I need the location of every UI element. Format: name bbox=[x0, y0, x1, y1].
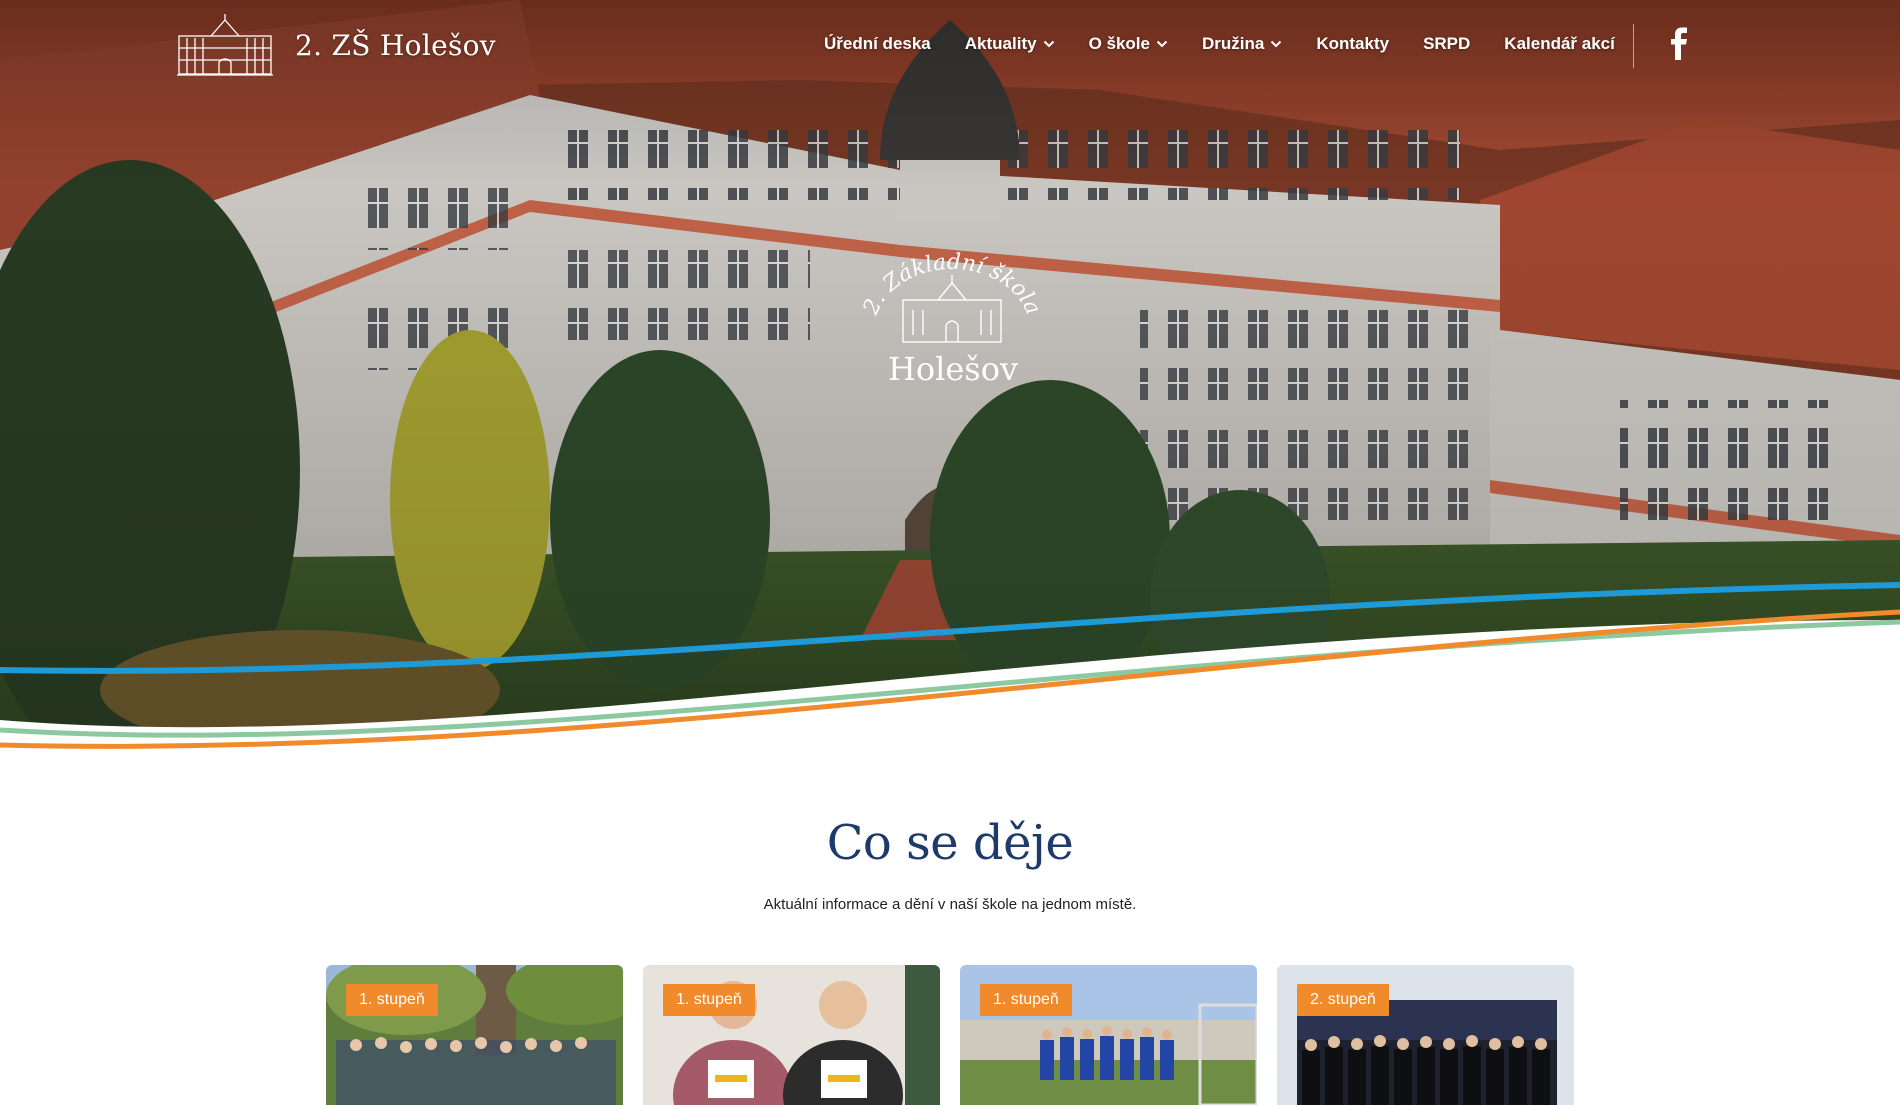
nav-label: Družina bbox=[1201, 34, 1265, 53]
nav-druzina[interactable]: Družina bbox=[1202, 34, 1282, 54]
section-title: Co se děje bbox=[826, 815, 1074, 871]
svg-text:2. Základní škola: 2. Základní škola bbox=[858, 250, 1045, 320]
nav-kalendar-akci[interactable]: Kalendář akcí bbox=[1504, 34, 1615, 54]
news-cards: 1. stupeň 1. stupeň 1. stupeň 2. stupeň bbox=[326, 965, 1576, 1105]
site-title: 2. ZŠ Holešov bbox=[295, 28, 496, 62]
site-logo[interactable]: 2. ZŠ Holešov bbox=[175, 12, 496, 78]
news-card[interactable]: 1. stupeň bbox=[960, 965, 1257, 1105]
chevron-down-icon bbox=[1271, 40, 1282, 48]
card-category-badge: 1. stupeň bbox=[663, 984, 755, 1016]
hero-section: 2. Základní škola Holešov bbox=[0, 0, 1900, 760]
school-building-icon bbox=[175, 12, 275, 78]
news-card[interactable]: 1. stupeň bbox=[326, 965, 623, 1105]
news-card[interactable]: 2. stupeň bbox=[1277, 965, 1574, 1105]
site-header: 2. ZŠ Holešov Úřední deska Aktuality O š… bbox=[0, 0, 1900, 88]
nav-o-skole[interactable]: O škole bbox=[1089, 34, 1168, 54]
nav-kontakty[interactable]: Kontakty bbox=[1316, 34, 1389, 54]
nav-label: SRPD bbox=[1423, 34, 1471, 53]
emblem-arc-text: 2. Základní škola bbox=[858, 250, 1045, 320]
school-emblem: 2. Základní škola Holešov bbox=[858, 245, 1048, 390]
nav-label: Kontakty bbox=[1316, 34, 1390, 53]
chevron-down-icon bbox=[1156, 40, 1168, 48]
chevron-down-icon bbox=[1043, 40, 1054, 48]
main-navigation: Úřední deska Aktuality O škole Družina K… bbox=[824, 0, 1615, 88]
nav-label: O škole bbox=[1088, 34, 1150, 53]
building-emblem-icon bbox=[902, 275, 1002, 343]
nav-srpd[interactable]: SRPD bbox=[1423, 34, 1470, 54]
facebook-icon[interactable] bbox=[1668, 27, 1692, 61]
nav-uredni-deska[interactable]: Úřední deska bbox=[824, 34, 931, 54]
nav-aktuality[interactable]: Aktuality bbox=[965, 34, 1055, 54]
emblem-town: Holešov bbox=[888, 350, 1018, 388]
nav-label: Aktuality bbox=[964, 34, 1037, 53]
card-category-badge: 2. stupeň bbox=[1297, 984, 1389, 1016]
card-category-badge: 1. stupeň bbox=[346, 984, 438, 1016]
nav-divider bbox=[1633, 24, 1634, 68]
nav-label: Kalendář akcí bbox=[1504, 34, 1615, 53]
news-card[interactable]: 1. stupeň bbox=[643, 965, 940, 1105]
nav-label: Úřední deska bbox=[824, 34, 931, 53]
card-category-badge: 1. stupeň bbox=[980, 984, 1072, 1016]
section-subtitle: Aktuální informace a dění v naší škole n… bbox=[763, 896, 1137, 913]
